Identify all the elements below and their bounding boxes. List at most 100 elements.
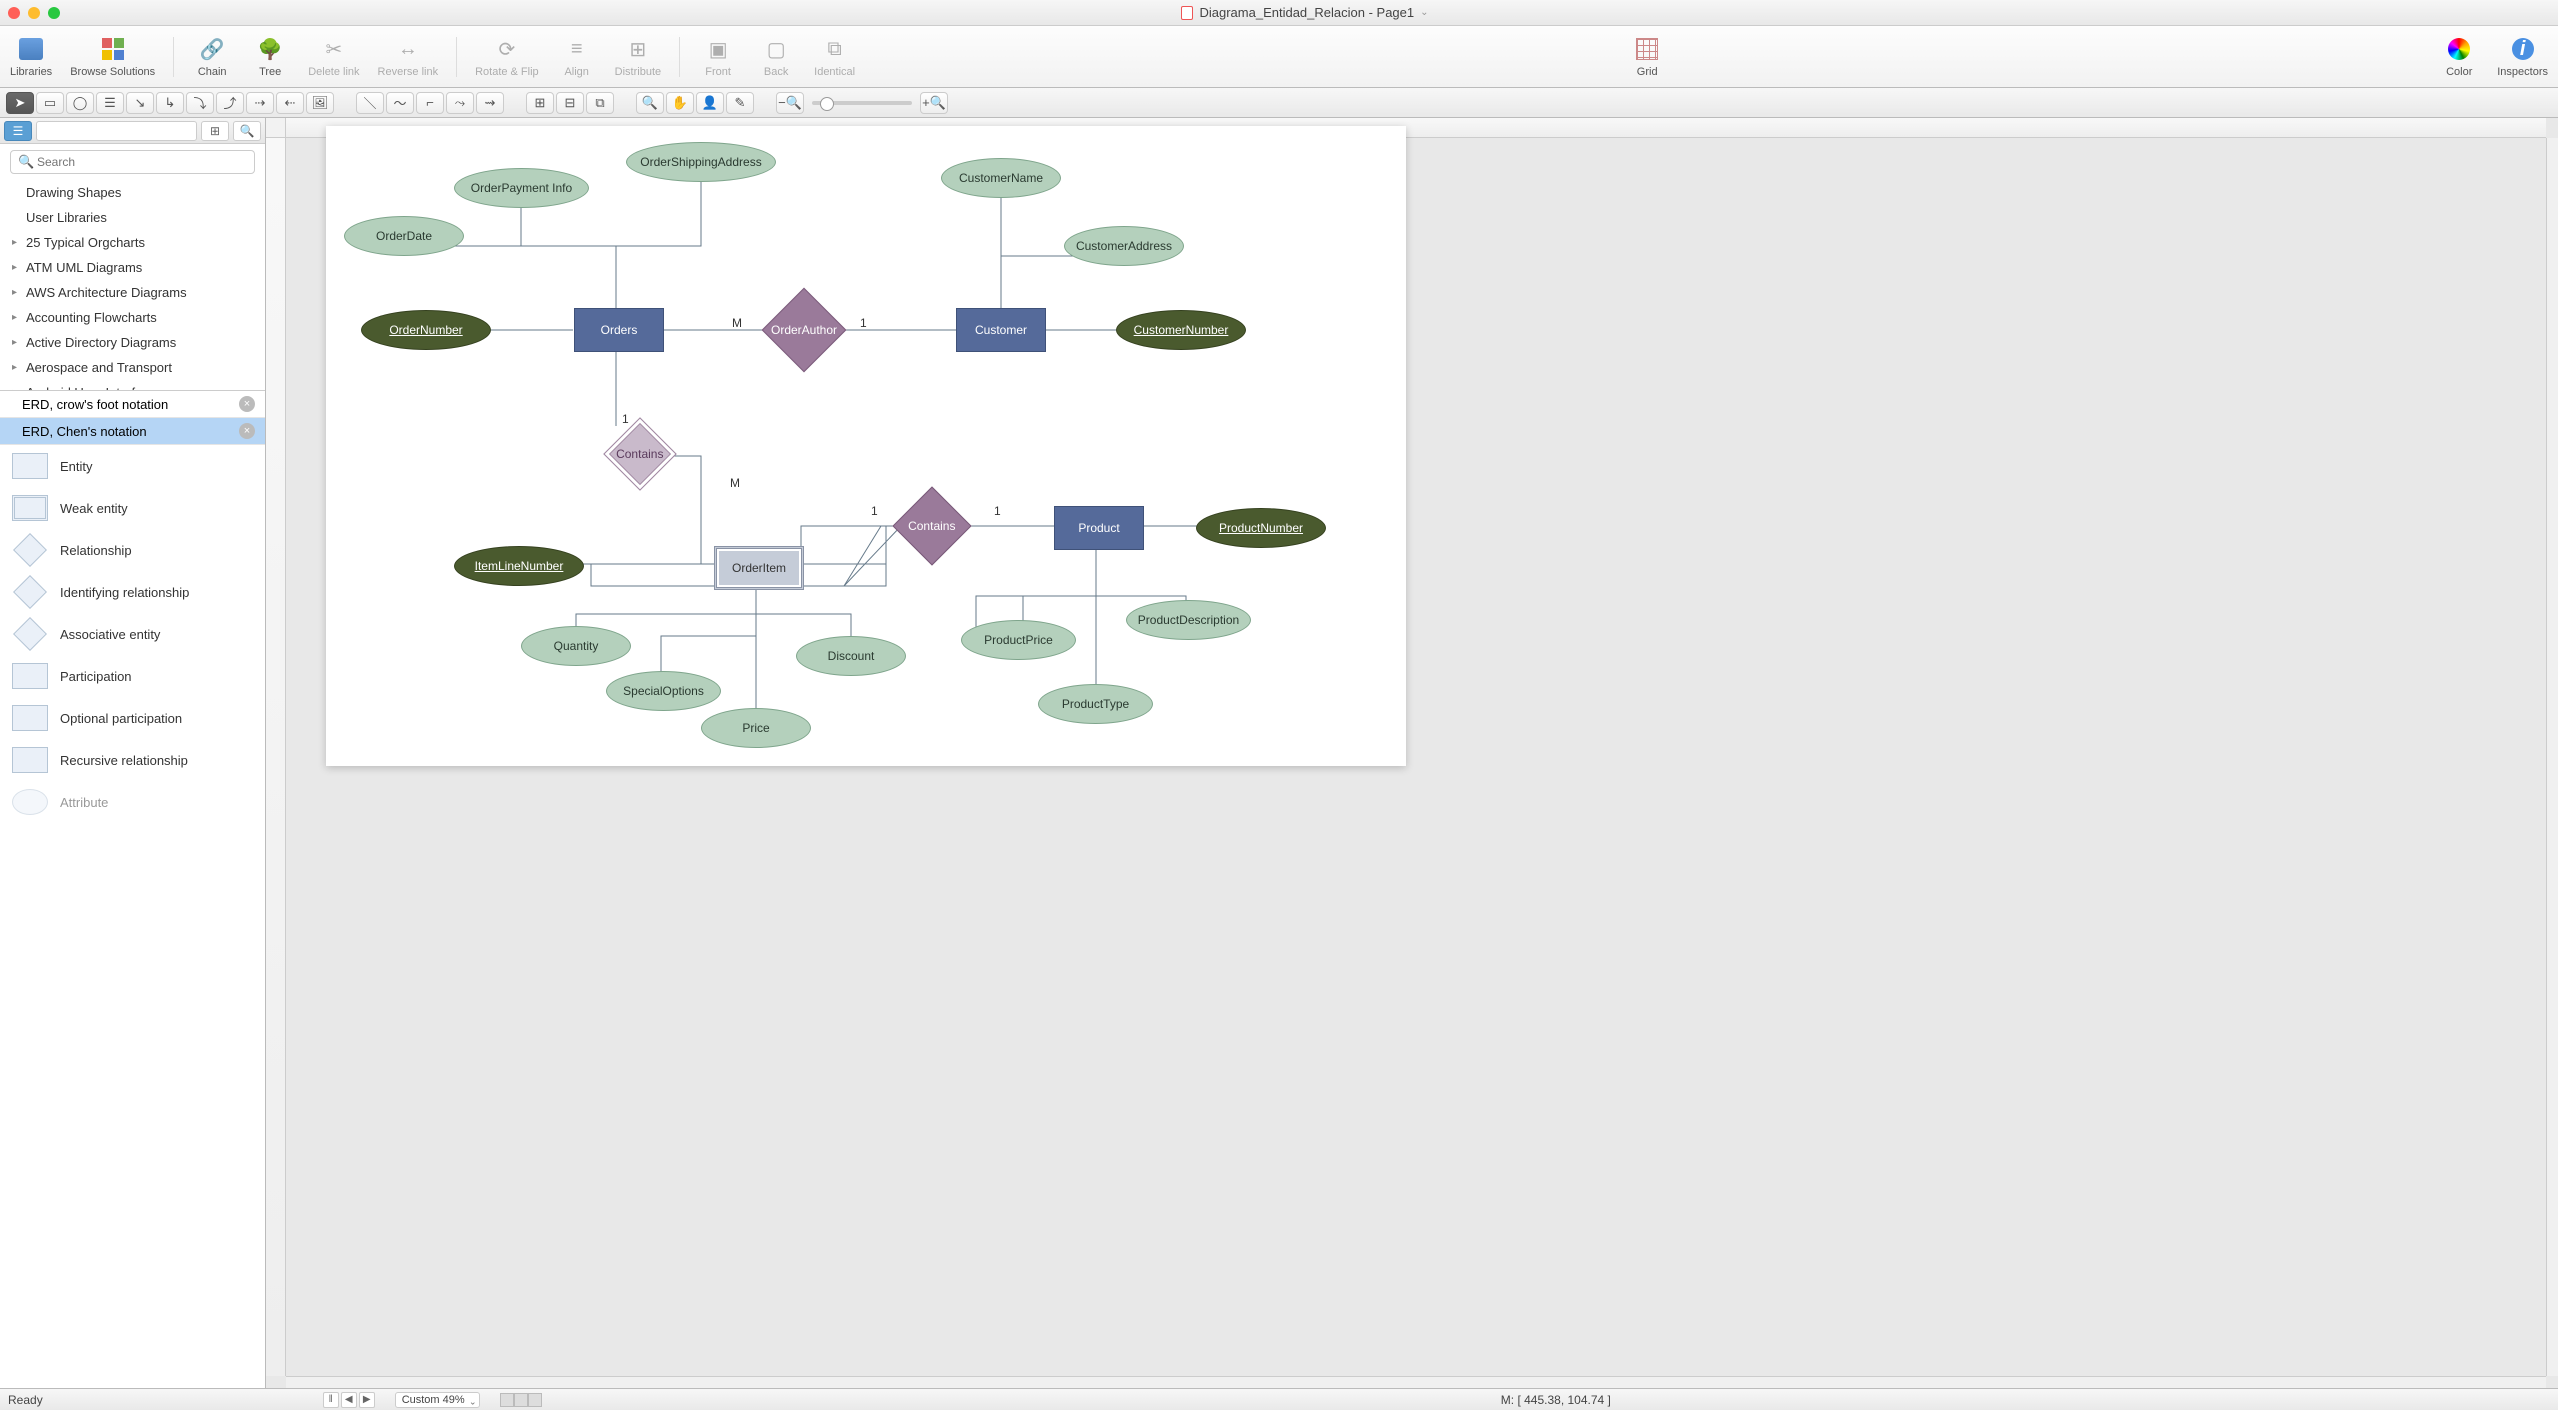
key-attribute-customer-number[interactable]: CustomerNumber [1116, 310, 1246, 350]
relationship-order-author[interactable]: OrderAuthor [762, 288, 847, 373]
connector-tool-5[interactable]: ⇢ [246, 92, 274, 114]
group-tool-3[interactable]: ⧉ [586, 92, 614, 114]
page-tabs[interactable] [500, 1393, 542, 1407]
zoom-slider[interactable] [812, 101, 912, 105]
attribute-order-shipping[interactable]: OrderShippingAddress [626, 142, 776, 182]
search-input[interactable] [10, 150, 255, 174]
line-tool-4[interactable]: ⤳ [446, 92, 474, 114]
line-tool-1[interactable]: ＼ [356, 92, 384, 114]
pan-tool[interactable]: ✋ [666, 92, 694, 114]
attribute-quantity[interactable]: Quantity [521, 626, 631, 666]
category-item[interactable]: Drawing Shapes [0, 180, 265, 205]
back-button: ▢Back [756, 35, 796, 78]
shape-item[interactable]: Attribute [0, 781, 265, 823]
connector-tool-4[interactable]: ⤴ [216, 92, 244, 114]
maximize-window-button[interactable] [48, 7, 60, 19]
shape-item[interactable]: Participation [0, 655, 265, 697]
chain-button[interactable]: 🔗Chain [192, 35, 232, 78]
chain-label: Chain [198, 66, 227, 78]
category-item[interactable]: ▸Active Directory Diagrams [0, 330, 265, 355]
relationship-contains-2[interactable]: Contains [892, 486, 971, 565]
document-title[interactable]: Diagrama_Entidad_Relacion - Page1 ⌄ [60, 5, 2550, 20]
diagram-page[interactable]: OrderDate OrderPayment Info OrderShippin… [326, 126, 1406, 766]
inspectors-button[interactable]: iInspectors [2497, 35, 2548, 78]
shape-item[interactable]: Entity [0, 445, 265, 487]
attribute-order-payment[interactable]: OrderPayment Info [454, 168, 589, 208]
attribute-customer-address[interactable]: CustomerAddress [1064, 226, 1184, 266]
vertical-scrollbar[interactable] [2546, 138, 2558, 1376]
image-tool[interactable]: 🖼 [306, 92, 334, 114]
libraries-button[interactable]: Libraries [10, 35, 52, 78]
zoom-in-tool[interactable]: 🔍 [636, 92, 664, 114]
category-item[interactable]: ▸Aerospace and Transport [0, 355, 265, 380]
page-pause-button[interactable]: ‖ [323, 1392, 339, 1408]
zoom-area-tool[interactable]: 👤 [696, 92, 724, 114]
close-window-button[interactable] [8, 7, 20, 19]
category-item[interactable]: ▸25 Typical Orgcharts [0, 230, 265, 255]
shape-item[interactable]: Identifying relationship [0, 571, 265, 613]
key-attribute-product-number[interactable]: ProductNumber [1196, 508, 1326, 548]
attribute-special-options[interactable]: SpecialOptions [606, 671, 721, 711]
connector-tool-2[interactable]: ↳ [156, 92, 184, 114]
rect-tool[interactable]: ▭ [36, 92, 64, 114]
attribute-customer-name[interactable]: CustomerName [941, 158, 1061, 198]
shape-item[interactable]: Optional participation [0, 697, 265, 739]
group-tool-1[interactable]: ⊞ [526, 92, 554, 114]
sidebar-view-grid[interactable]: ⊞ [201, 121, 229, 141]
page-next-button[interactable]: ▶ [359, 1392, 375, 1408]
attribute-order-date[interactable]: OrderDate [344, 216, 464, 256]
page-prev-button[interactable]: ◀ [341, 1392, 357, 1408]
zoom-dropdown[interactable]: Custom 49% [395, 1392, 480, 1408]
entity-customer[interactable]: Customer [956, 308, 1046, 352]
attribute-price[interactable]: Price [701, 708, 811, 748]
shape-item[interactable]: Associative entity [0, 613, 265, 655]
shape-item[interactable]: Weak entity [0, 487, 265, 529]
entity-order-item[interactable]: OrderItem [714, 546, 804, 590]
sidebar-view-tree[interactable]: ☰ [4, 121, 32, 141]
tree-button[interactable]: 🌳Tree [250, 35, 290, 78]
grid-button[interactable]: Grid [1627, 35, 1667, 78]
category-item[interactable]: ▸Android User Interface [0, 380, 265, 390]
relationship-contains-1[interactable]: Contains [603, 417, 677, 491]
entity-orders[interactable]: Orders [574, 308, 664, 352]
zoom-out-button[interactable]: −🔍 [776, 92, 804, 114]
line-tool-3[interactable]: ⌐ [416, 92, 444, 114]
ellipse-tool[interactable]: ◯ [66, 92, 94, 114]
attribute-product-type[interactable]: ProductType [1038, 684, 1153, 724]
pointer-tool[interactable]: ➤ [6, 92, 34, 114]
zoom-in-button[interactable]: +🔍 [920, 92, 948, 114]
titlebar: Diagrama_Entidad_Relacion - Page1 ⌄ [0, 0, 2558, 26]
minimize-window-button[interactable] [28, 7, 40, 19]
entity-product[interactable]: Product [1054, 506, 1144, 550]
attribute-product-description[interactable]: ProductDescription [1126, 600, 1251, 640]
browse-solutions-button[interactable]: Browse Solutions [70, 35, 155, 78]
group-tool-2[interactable]: ⊟ [556, 92, 584, 114]
key-attribute-item-line-number[interactable]: ItemLineNumber [454, 546, 584, 586]
edit-tool[interactable]: ✎ [726, 92, 754, 114]
attribute-discount[interactable]: Discount [796, 636, 906, 676]
open-library-tab[interactable]: ERD, Chen's notation × [0, 418, 265, 445]
connector-tool-1[interactable]: ↘ [126, 92, 154, 114]
text-tool[interactable]: ☰ [96, 92, 124, 114]
shape-item[interactable]: Recursive relationship [0, 739, 265, 781]
connector-tool-6[interactable]: ⇠ [276, 92, 304, 114]
color-button[interactable]: Color [2439, 35, 2479, 78]
close-library-icon[interactable]: × [239, 396, 255, 412]
key-attribute-order-number[interactable]: OrderNumber [361, 310, 491, 350]
attribute-product-price[interactable]: ProductPrice [961, 620, 1076, 660]
line-tool-2[interactable]: 〜 [386, 92, 414, 114]
open-library-tab[interactable]: ERD, crow's foot notation × [0, 391, 265, 418]
horizontal-scrollbar[interactable] [286, 1376, 2546, 1388]
close-library-icon[interactable]: × [239, 423, 255, 439]
connector-tool-3[interactable]: ⤵ [186, 92, 214, 114]
status-bar: Ready ‖ ◀ ▶ Custom 49% M: [ 445.38, 104.… [0, 1388, 2558, 1410]
sidebar-filter-input[interactable] [36, 121, 197, 141]
category-item[interactable]: ▸Accounting Flowcharts [0, 305, 265, 330]
sidebar-view-search[interactable]: 🔍 [233, 121, 261, 141]
category-item[interactable]: ▸AWS Architecture Diagrams [0, 280, 265, 305]
canvas-area[interactable]: OrderDate OrderPayment Info OrderShippin… [266, 118, 2558, 1388]
line-tool-5[interactable]: ⇝ [476, 92, 504, 114]
category-item[interactable]: User Libraries [0, 205, 265, 230]
category-item[interactable]: ▸ATM UML Diagrams [0, 255, 265, 280]
shape-item[interactable]: Relationship [0, 529, 265, 571]
